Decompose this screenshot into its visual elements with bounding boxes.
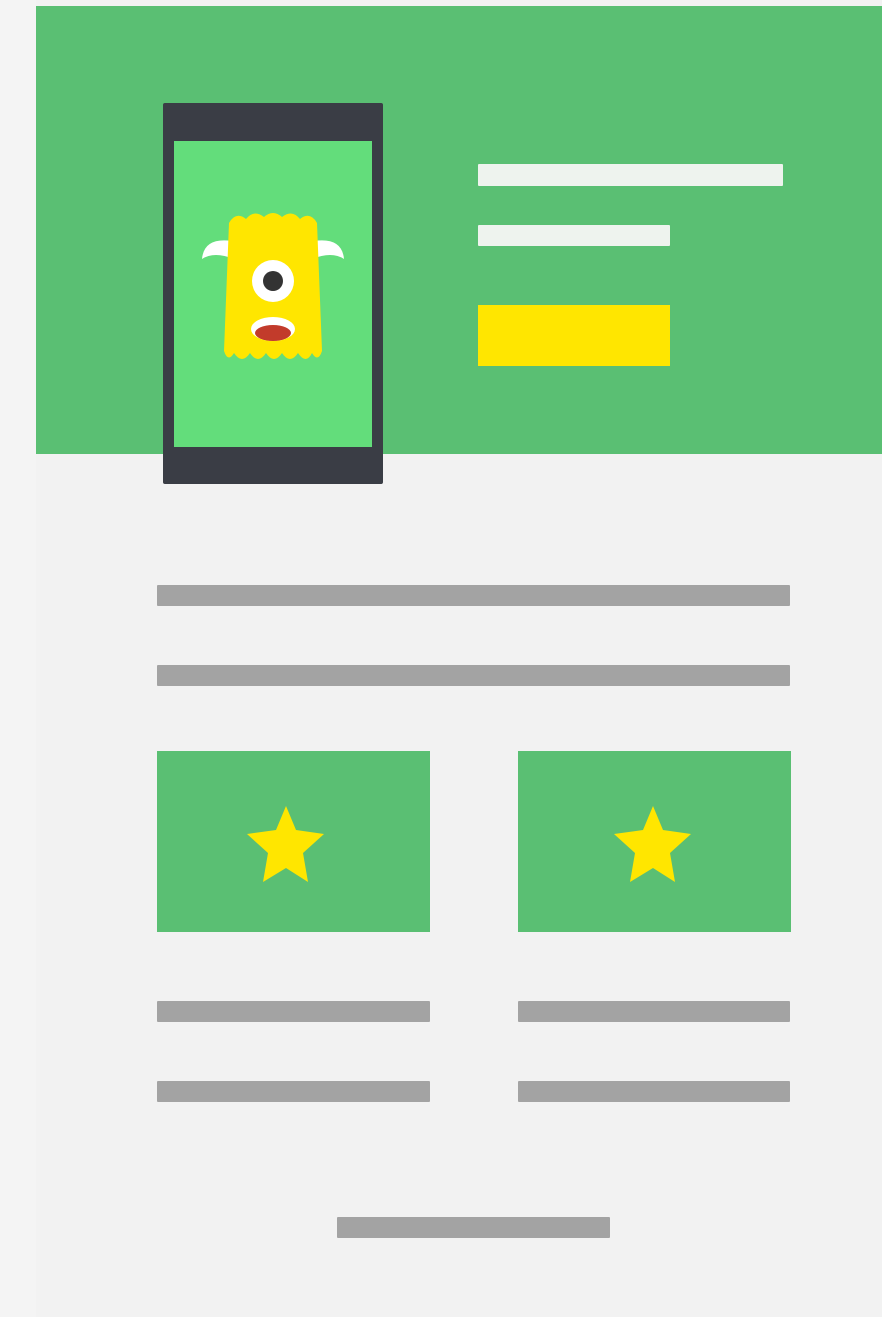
feature-text-line: [518, 1081, 790, 1102]
feature-card[interactable]: [518, 751, 791, 932]
feature-text-line: [518, 1001, 790, 1022]
left-margin: [0, 0, 36, 1317]
feature-text-line: [157, 1001, 430, 1022]
footer-text-line: [337, 1217, 610, 1238]
phone-mockup: [163, 103, 383, 484]
star-icon: [614, 806, 691, 882]
feature-text-line: [157, 1081, 430, 1102]
body-text-line: [157, 585, 790, 606]
cta-button[interactable]: [478, 305, 670, 366]
feature-card[interactable]: [157, 751, 430, 932]
hero-subheadline-placeholder: [478, 225, 670, 246]
phone-screen: [174, 141, 372, 447]
star-icon: [247, 806, 324, 882]
hero-headline-placeholder: [478, 164, 783, 186]
one-eyed-monster-icon: [202, 213, 344, 359]
body-text-line: [157, 665, 790, 686]
landing-page-wireframe: [0, 0, 882, 1317]
